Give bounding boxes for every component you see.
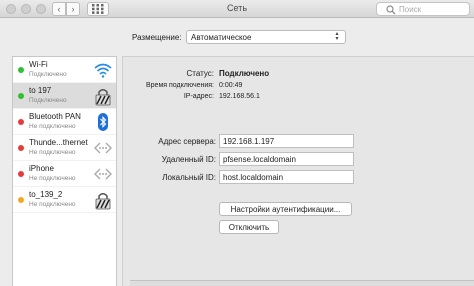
connect-time-label: Время подключения: [146, 82, 214, 89]
status-dot [18, 93, 24, 99]
location-label: Размещение: [132, 33, 182, 42]
zoom-window-button[interactable] [36, 4, 46, 14]
service-status: Не подключено [29, 201, 76, 208]
service-name: Bluetooth PAN [29, 112, 81, 121]
service-item-to-139-2[interactable]: to_139_2 Не подключено [13, 187, 116, 213]
close-window-button[interactable] [6, 4, 16, 14]
search-icon [386, 5, 396, 15]
ethernet-icon [94, 142, 112, 154]
bluetooth-icon [98, 113, 108, 131]
status-dot [18, 119, 24, 125]
search-placeholder: Поиск [399, 4, 422, 14]
server-address-label: Адрес сервера: [158, 137, 216, 146]
service-name: to 197 [29, 86, 52, 95]
grid-icon [92, 4, 104, 14]
service-status: Не подключено [29, 149, 76, 156]
minimize-window-button[interactable] [21, 4, 31, 14]
forward-button[interactable]: › [66, 2, 80, 16]
updown-arrows-icon: ▴ ▾ [335, 31, 339, 42]
local-id-input[interactable]: host.localdomain [219, 170, 354, 184]
wifi-icon [94, 63, 112, 78]
status-dot [18, 67, 24, 73]
server-address-input[interactable]: 192.168.1.197 [219, 134, 354, 148]
disconnect-button[interactable]: Отключить [219, 220, 279, 234]
bottom-strip [130, 280, 474, 286]
service-name: to_139_2 [29, 190, 63, 199]
status-dot [18, 145, 24, 151]
remote-id-label: Удаленный ID: [161, 155, 216, 164]
back-button[interactable]: ‹ [52, 2, 66, 16]
status-value: Подключено [219, 69, 270, 78]
ip-label: IP-адрес: [183, 93, 214, 100]
local-id-label: Локальный ID: [162, 173, 216, 182]
service-name: Wi-Fi [29, 60, 48, 69]
service-item-to-197[interactable]: to 197 Подключено [13, 83, 116, 109]
service-item-thunderbolt-ethernet[interactable]: Thunde...thernet Не подключено [13, 135, 116, 161]
search-field[interactable]: Поиск [376, 2, 470, 16]
service-status: Не подключено [29, 123, 76, 130]
service-list[interactable]: Wi-Fi Подключено to 197 Подключено Bluet… [12, 56, 117, 286]
service-status: Подключено [29, 71, 67, 78]
service-name: iPhone [29, 164, 54, 173]
service-name: Thunde...thernet [29, 138, 88, 147]
show-all-button[interactable] [87, 2, 109, 16]
ethernet-icon [94, 168, 112, 180]
service-item-bluetooth-pan[interactable]: Bluetooth PAN Не подключено [13, 109, 116, 135]
ip-value: 192.168.56.1 [219, 93, 260, 100]
service-status: Не подключено [29, 175, 76, 182]
vpn-lock-icon [95, 193, 111, 210]
location-select[interactable]: Автоматическое ▴ ▾ [186, 30, 346, 44]
status-dot [18, 197, 24, 203]
location-value: Автоматическое [191, 32, 252, 42]
status-label: Статус: [186, 69, 214, 78]
vpn-lock-icon [95, 89, 111, 106]
service-item-iphone[interactable]: iPhone Не подключено [13, 161, 116, 187]
authentication-settings-button[interactable]: Настройки аутентификации... [219, 202, 352, 216]
title-bar: ‹ › Сеть Поиск [0, 0, 474, 18]
connect-time-value: 0:00:49 [219, 82, 243, 89]
service-item-wifi[interactable]: Wi-Fi Подключено [13, 57, 116, 83]
status-dot [18, 171, 24, 177]
chevron-left-icon: ‹ [57, 4, 61, 14]
chevron-right-icon: › [71, 4, 75, 14]
service-status: Подключено [29, 97, 67, 104]
remote-id-input[interactable]: pfsense.localdomain [219, 152, 354, 166]
